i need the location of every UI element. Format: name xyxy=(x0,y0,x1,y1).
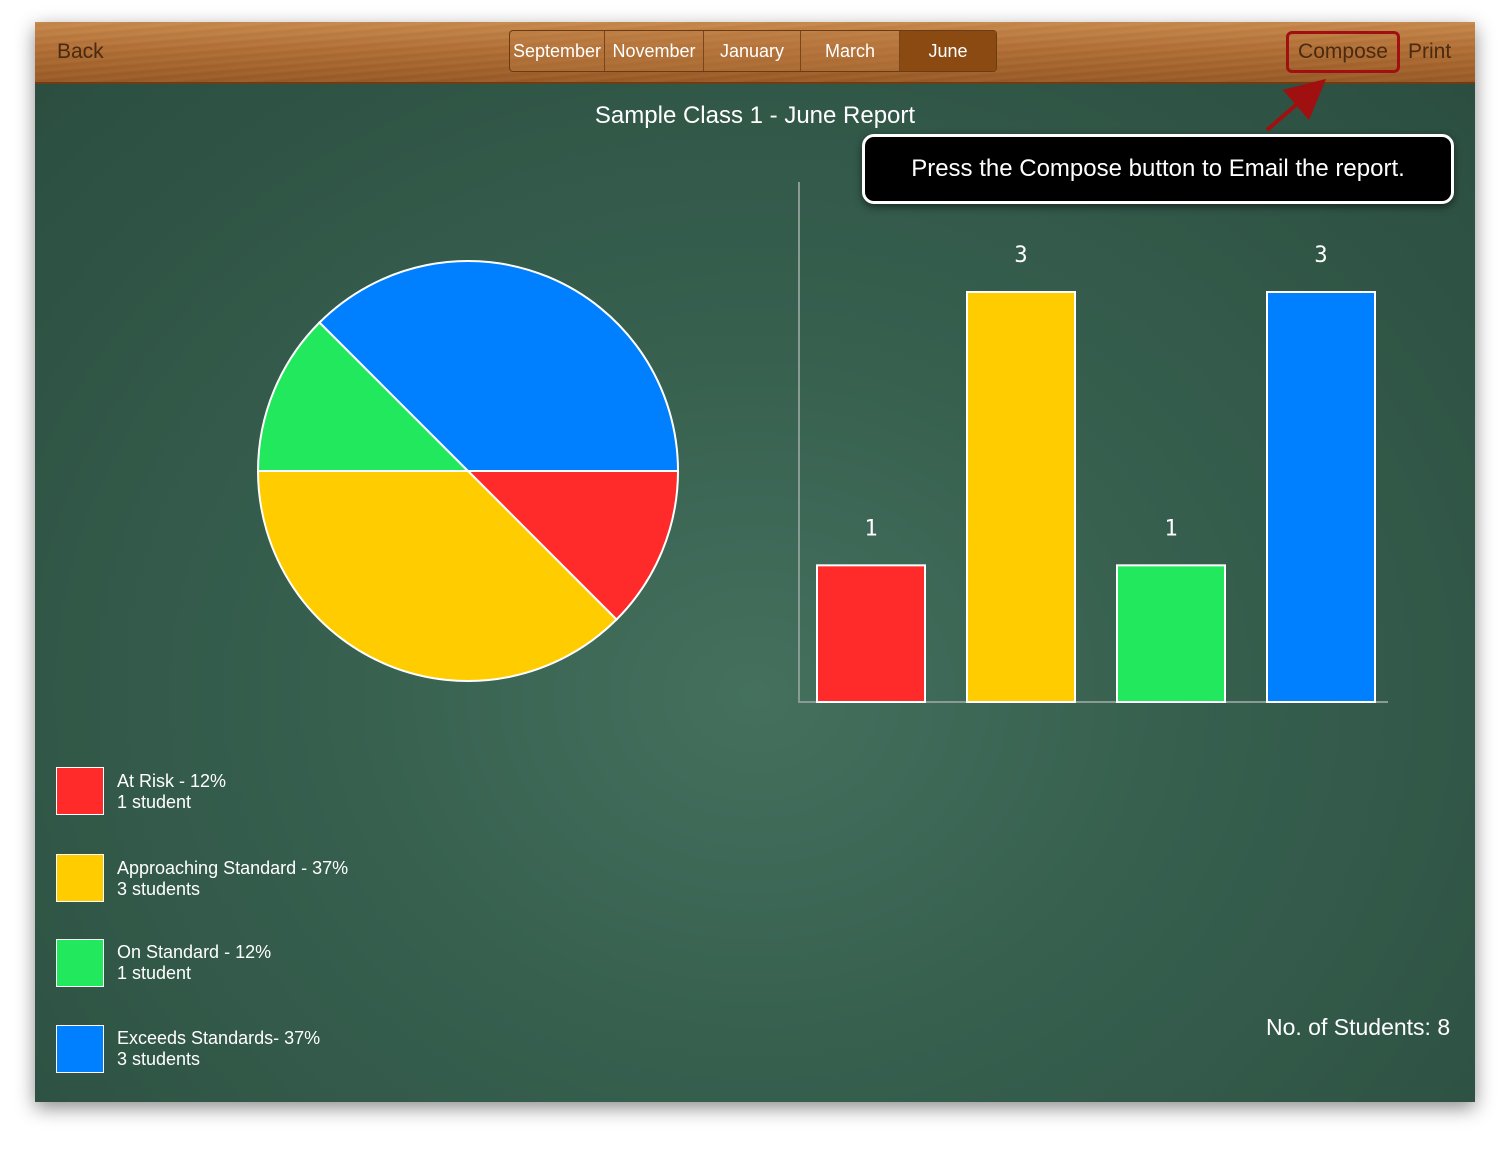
bar-data-label: 1 xyxy=(864,516,877,541)
legend-subtitle: 3 students xyxy=(117,1049,201,1069)
legend-title: At Risk - 12% xyxy=(117,771,227,791)
legend-subtitle: 3 students xyxy=(117,879,201,899)
legend-swatch-approaching xyxy=(56,854,104,902)
bar-chart: 1 3 1 3 xyxy=(798,182,1388,704)
bar-on-standard xyxy=(1116,564,1226,704)
student-count: No. of Students: 8 xyxy=(1266,1014,1451,1040)
pie-chart xyxy=(256,260,680,682)
tab-november[interactable]: November xyxy=(605,31,704,71)
legend-subtitle: 1 student xyxy=(117,792,192,812)
bar-data-label: 3 xyxy=(1314,243,1327,268)
legend-title: On Standard - 12% xyxy=(117,942,272,962)
legend-item-approaching: Approaching Standard - 37% 3 students xyxy=(117,858,348,900)
legend-subtitle: 1 student xyxy=(117,963,192,983)
tab-september[interactable]: September xyxy=(510,31,605,71)
legend-swatch-at-risk xyxy=(56,767,104,815)
bar-data-label: 1 xyxy=(1164,516,1177,541)
compose-button[interactable]: Compose xyxy=(1286,31,1400,73)
legend-swatch-exceeds xyxy=(56,1025,104,1073)
legend-title: Approaching Standard - 37% xyxy=(117,858,349,878)
legend-item-on-standard: On Standard - 12% 1 student xyxy=(117,942,271,984)
print-button[interactable]: Print xyxy=(1408,40,1451,64)
bar-at-risk xyxy=(816,564,926,704)
bar-data-label: 3 xyxy=(1014,243,1027,268)
bar-approaching-standard xyxy=(966,291,1076,703)
month-segmented-control: September November January March June xyxy=(509,30,997,72)
tab-january[interactable]: January xyxy=(704,31,801,71)
app-window: Back September November January March Ju… xyxy=(35,22,1475,1102)
legend-item-exceeds: Exceeds Standards- 37% 3 students xyxy=(117,1028,320,1070)
legend-item-at-risk: At Risk - 12% 1 student xyxy=(117,771,226,813)
tab-march[interactable]: March xyxy=(801,31,900,71)
tab-june[interactable]: June xyxy=(900,31,996,71)
back-button[interactable]: Back xyxy=(57,40,104,64)
legend-title: Exceeds Standards- 37% xyxy=(117,1028,321,1048)
bar-exceeds-standards xyxy=(1266,291,1376,703)
legend-swatch-on-standard xyxy=(56,939,104,987)
